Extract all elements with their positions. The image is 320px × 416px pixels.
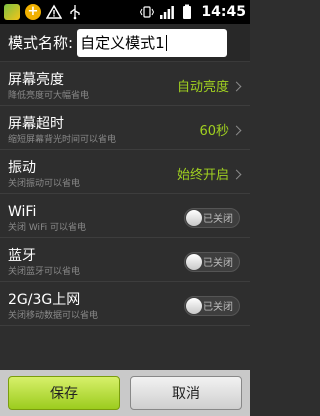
image-icon — [4, 4, 20, 20]
setting-value: 自动亮度 — [176, 76, 242, 95]
chevron-right-icon — [231, 81, 242, 91]
setting-row-screen-timeout[interactable]: 屏幕超时 缩短屏幕背光时间可以省电 60秒 — [0, 106, 250, 150]
chevron-right-icon — [231, 169, 242, 179]
bottom-bar: 保存 取消 — [0, 370, 250, 416]
setting-value: 始终开启 — [176, 164, 242, 183]
mode-name-label: 模式名称: — [8, 34, 74, 52]
bluetooth-toggle[interactable]: 已关闭 — [184, 251, 240, 272]
setting-title: 2G/3G上网 — [8, 291, 81, 308]
setting-title: 屏幕超时 — [8, 115, 64, 132]
setting-subtitle: 降低亮度可大幅省电 — [8, 90, 90, 101]
cancel-button[interactable]: 取消 — [130, 376, 242, 410]
setting-subtitle: 缩短屏幕背光时间可以省电 — [8, 134, 117, 145]
battery-icon — [183, 4, 192, 19]
toggle-label: 已关闭 — [203, 214, 233, 225]
toggle-knob — [186, 297, 202, 314]
toggle-knob — [186, 209, 202, 226]
mode-name-value: 自定义模式1 — [80, 34, 165, 52]
toggle-knob — [186, 253, 202, 270]
usb-icon — [70, 5, 80, 20]
signal-icon — [160, 6, 175, 19]
toggle-label: 已关闭 — [203, 302, 233, 313]
setting-row-brightness[interactable]: 屏幕亮度 降低亮度可大幅省电 自动亮度 — [0, 62, 250, 106]
setting-row-vibration[interactable]: 振动 关闭振动可以省电 始终开启 — [0, 150, 250, 194]
save-button[interactable]: 保存 — [8, 376, 120, 410]
setting-value: 60秒 — [199, 120, 242, 139]
setting-subtitle: 关闭振动可以省电 — [8, 178, 81, 189]
setting-value-text: 自动亮度 — [176, 80, 229, 95]
setting-title: 屏幕亮度 — [8, 71, 64, 88]
vibrate-icon — [140, 6, 155, 18]
setting-row-bluetooth: 蓝牙 关闭蓝牙可以省电 已关闭 — [0, 238, 250, 282]
setting-subtitle: 关闭移动数据可以省电 — [8, 310, 99, 321]
toggle-label: 已关闭 — [203, 258, 233, 269]
setting-title: 蓝牙 — [8, 247, 36, 264]
status-bar: + 14:45 — [0, 0, 250, 24]
setting-title: 振动 — [8, 159, 36, 176]
clock: 14:45 — [201, 4, 246, 20]
warning-icon — [46, 4, 62, 19]
wifi-toggle[interactable]: 已关闭 — [184, 207, 240, 228]
mobile-data-toggle[interactable]: 已关闭 — [184, 295, 240, 316]
setting-subtitle: 关闭 WiFi 可以省电 — [8, 222, 86, 233]
settings-list: 屏幕亮度 降低亮度可大幅省电 自动亮度 屏幕超时 缩短屏幕背光时间可以省电 60… — [0, 62, 250, 326]
setting-value-text: 始终开启 — [176, 168, 229, 183]
chevron-right-icon — [231, 125, 242, 135]
mode-name-input[interactable]: 自定义模式1 — [77, 28, 228, 57]
plus-icon: + — [25, 4, 41, 20]
setting-subtitle: 关闭蓝牙可以省电 — [8, 266, 81, 277]
text-cursor — [165, 34, 167, 51]
mode-name-header: 模式名称: 自定义模式1 — [0, 24, 250, 62]
setting-row-wifi: WiFi 关闭 WiFi 可以省电 已关闭 — [0, 194, 250, 238]
setting-value-text: 60秒 — [199, 124, 229, 139]
setting-title: WiFi — [8, 203, 37, 220]
setting-row-mobile-data: 2G/3G上网 关闭移动数据可以省电 已关闭 — [0, 282, 250, 326]
